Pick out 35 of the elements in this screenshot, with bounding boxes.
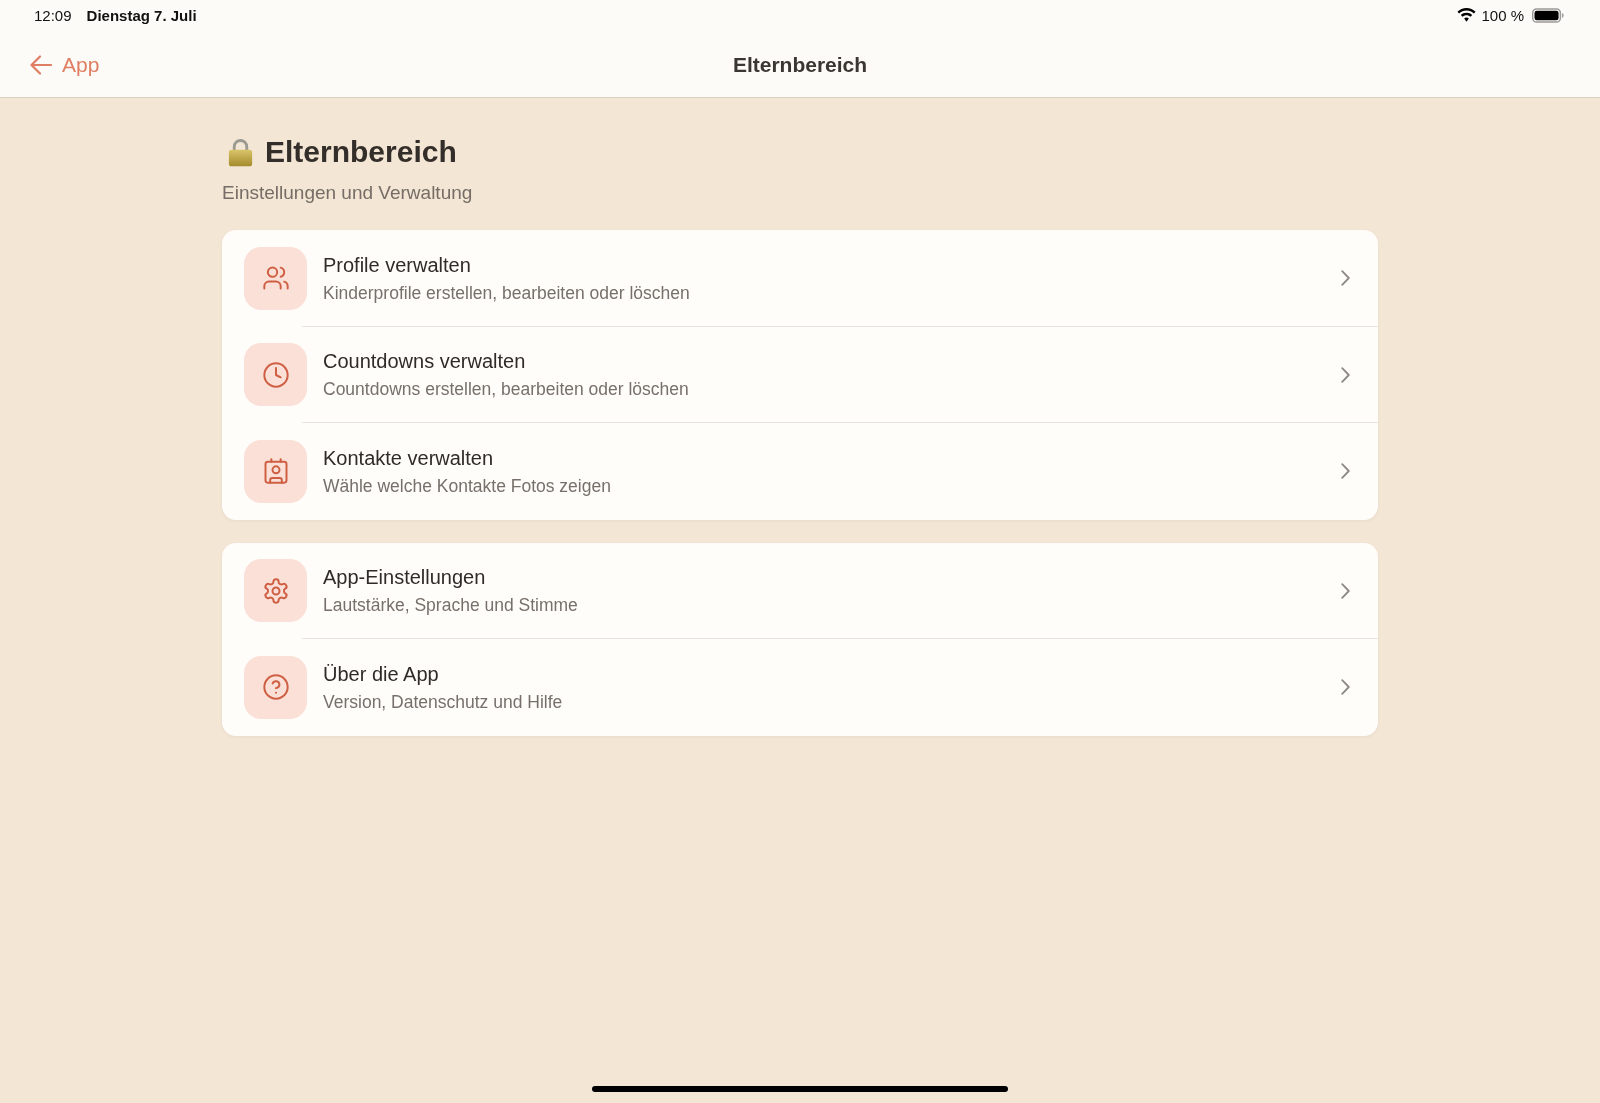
- chevron-right-icon: [1341, 582, 1350, 599]
- status-time: 12:09: [34, 6, 72, 24]
- settings-row[interactable]: App-Einstellungen Lautstärke, Sprache und Stimme: [222, 542, 1378, 639]
- wifi-icon: [1457, 8, 1477, 22]
- clock-icon: [244, 343, 307, 407]
- settings-row[interactable]: Countdowns verwalten Countdowns erstellen, bearbeiten oder löschen: [222, 326, 1378, 423]
- status-date: Dienstag 7. Juli: [86, 6, 197, 24]
- battery-percent: 100 %: [1481, 6, 1524, 24]
- row-title: App-Einstellungen: [323, 565, 486, 590]
- help-icon: [244, 655, 307, 719]
- people-icon: [244, 246, 307, 310]
- settings-row[interactable]: Profile verwalten Kinderprofile erstellen, bearbeiten oder löschen: [222, 230, 1378, 327]
- chevron-right-icon: [1341, 679, 1350, 696]
- row-subtitle: Kinderprofile erstellen, bearbeiten oder löschen: [323, 281, 690, 304]
- settings-row[interactable]: Über die App Version, Datenschutz und Hilfe: [222, 639, 1378, 736]
- chevron-right-icon: [1341, 463, 1350, 480]
- row-subtitle: Lautstärke, Sprache und Stimme: [323, 594, 578, 617]
- row-title: Profile verwalten: [323, 252, 471, 277]
- row-subtitle: Countdowns erstellen, bearbeiten oder löschen: [323, 378, 689, 401]
- chevron-right-icon: [1341, 270, 1350, 287]
- row-title: Kontakte verwalten: [323, 445, 494, 470]
- nav-title: Elternbereich: [732, 52, 868, 77]
- row-title: Über die App: [323, 661, 439, 686]
- chevron-right-icon: [1341, 366, 1350, 383]
- row-subtitle: Wähle welche Kontakte Fotos zeigen: [323, 474, 611, 497]
- padlock-icon: [228, 137, 253, 167]
- page-title: Elternbereich: [265, 134, 457, 170]
- back-arrow-icon: [30, 54, 52, 75]
- battery-icon: [1532, 7, 1564, 23]
- row-title: Countdowns verwalten: [323, 349, 526, 374]
- settings-row[interactable]: Kontakte verwalten Wähle welche Kontakte Fotos zeigen: [222, 423, 1378, 520]
- row-subtitle: Version, Datenschutz und Hilfe: [323, 690, 563, 713]
- contact-card-icon: [244, 439, 307, 503]
- settings-icon: [244, 559, 307, 623]
- page-subtitle: Einstellungen und Verwaltung: [222, 181, 474, 205]
